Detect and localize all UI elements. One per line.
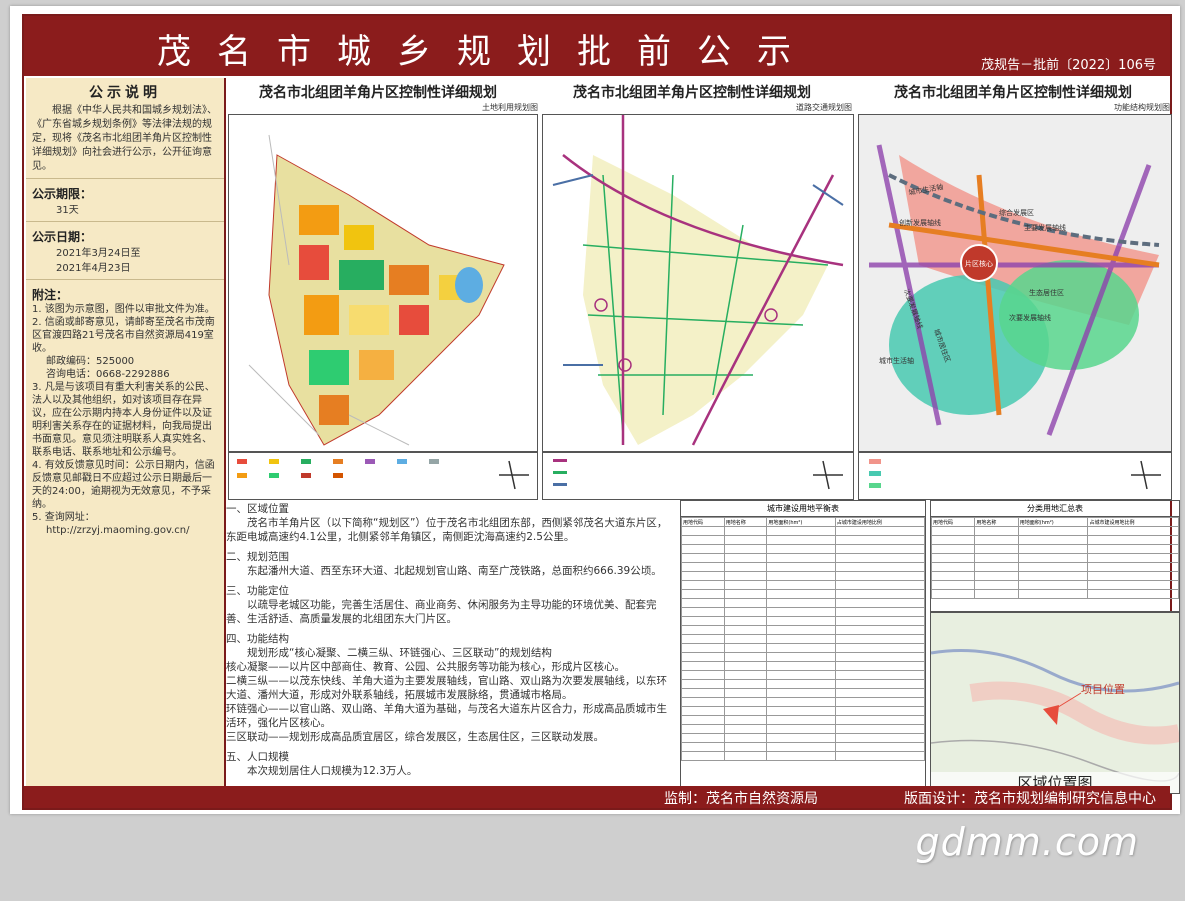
table1-title: 城市建设用地平衡表 (681, 501, 925, 517)
section-title: 五、人口规模 (226, 751, 289, 763)
structure-item: 核心凝聚——以片区中部商住、教育、公园、公共服务等功能为核心，形成片区核心。 (226, 661, 625, 673)
map3-label: 城市生活轴 (879, 356, 914, 365)
section-title: 一、区域位置 (226, 503, 289, 515)
map3-core-label: 片区核心 (965, 259, 993, 268)
date-start: 2021年3月24日至 (56, 248, 141, 259)
plan-description: 一、区域位置 茂名市羊角片区（以下简称“规划区”）位于茂名市北组团东部，西侧紧邻… (226, 502, 674, 788)
header-banner: 茂名市城乡规划批前公示 茂规告－批前〔2022〕106号 (24, 16, 1170, 76)
map3-label: 次要发展轴线 (1009, 313, 1051, 322)
map3-label: 综合发展区 (999, 208, 1034, 217)
road-legend (542, 452, 854, 500)
table1-header: 用地代码 (681, 517, 725, 527)
note-item: 5. 查询网址： (32, 512, 95, 523)
notice-sidebar: 公示说明 根据《中华人民共和国城乡规划法》、《广东省城乡规划条例》等法律法规的规… (26, 78, 226, 786)
designer-credit: 版面设计：茂名市规划编制研究信息中心 (904, 791, 1156, 807)
structure-item: 环链强心——以官山路、双山路、羊角大道为基础，与茂名大道东片区合力，形成高品质城… (226, 703, 667, 729)
period-label: 公示期限： (26, 178, 224, 202)
period-value: 31天 (56, 205, 79, 216)
document-number: 茂规告－批前〔2022〕106号 (981, 58, 1156, 73)
project-location-label: 项目位置 (1081, 682, 1125, 696)
map1-title: 茂名市北组团羊角片区控制性详细规划 (259, 85, 497, 101)
website-link[interactable]: http://zrzyj.maoming.gov.cn/ (26, 524, 224, 537)
note-item: 4. 有效反馈意见时间：公示日期内，信函反馈意见邮戳日不应超过公示日期最后一天的… (32, 460, 215, 510)
land-summary-table: 分类用地汇总表 用地代码 用地名称 用地面积(hm²) 占城市建设用地比例 (930, 500, 1180, 612)
map3-label: 主要发展轴线 (1024, 223, 1066, 232)
table2-header: 用地面积(hm²) (1017, 517, 1089, 527)
table1-header: 用地名称 (723, 517, 768, 527)
section-title: 二、规划范围 (226, 551, 289, 563)
map3-title: 茂名市北组团羊角片区控制性详细规划 (894, 85, 1132, 101)
map3-label: 创新发展轴线 (899, 218, 941, 227)
section-title: 三、功能定位 (226, 585, 289, 597)
notice-frame: 茂名市城乡规划批前公示 茂规告－批前〔2022〕106号 公示说明 根据《中华人… (22, 14, 1180, 810)
section-body: 茂名市羊角片区（以下简称“规划区”）位于茂名市北组团东部，西侧紧邻茂名大道东片区… (226, 517, 668, 543)
note-item: 3. 凡是与该项目有重大利害关系的公民、法人以及其他组织，如对该项目存在异议，应… (32, 382, 215, 458)
section-body: 本次规划居住人口规模为12.3万人。 (247, 765, 418, 777)
map3-label: 生态居住区 (1029, 288, 1064, 297)
function-structure-map: 城市生活轴 创新发展轴线 综合发展区 主要发展轴线 片区核心 生态居住区 次要发… (858, 114, 1172, 452)
land-use-map (228, 114, 538, 452)
land-balance-table: 城市建设用地平衡表 用地代码 用地名称 用地面积(hm²) 占城市建设用地比例 (680, 500, 926, 792)
section-body: 规划形成“核心凝聚、二横三纵、环链强心、三区联动”的规划结构 (247, 647, 552, 659)
structure-legend (858, 452, 1172, 500)
note-item: 2. 信函或邮寄意见，请邮寄至茂名市茂南区官渡四路21号茂名市自然资源局419室… (32, 317, 215, 354)
note-item: 1. 该图为示意图，图件以审批文件为准。 (32, 304, 215, 315)
table1-header: 占城市建设用地比例 (834, 517, 925, 527)
dates-label: 公示日期： (26, 221, 224, 245)
phone-number: 咨询电话：0668-2292886 (46, 369, 170, 380)
page-title: 茂名市城乡规划批前公示 (157, 32, 817, 72)
supervisor-credit: 监制：茂名市自然资源局 (664, 791, 818, 807)
structure-item: 三区联动——规划形成高品质宜居区，综合发展区，生态居住区，三区联动发展。 (226, 731, 604, 743)
date-end: 2021年4月23日 (56, 263, 131, 274)
section-body: 以疏导老城区功能，完善生活居住、商业商务、休闲服务为主导功能的环境优美、配套完善… (226, 599, 657, 625)
footer-banner: 监制：茂名市自然资源局 版面设计：茂名市规划编制研究信息中心 (24, 786, 1170, 808)
table2-title: 分类用地汇总表 (931, 501, 1179, 517)
notice-sheet: 茂名市城乡规划批前公示 茂规告－批前〔2022〕106号 公示说明 根据《中华人… (10, 6, 1180, 814)
table2-header: 用地代码 (931, 517, 976, 527)
postal-code: 邮政编码：525000 (46, 356, 135, 367)
map2-title: 茂名市北组团羊角片区控制性详细规划 (573, 85, 811, 101)
land-use-legend (228, 452, 538, 500)
section-body: 东起潘州大道、西至东环大道、北起规划官山路、南至广茂铁路，总面积约666.39公… (247, 565, 662, 577)
notes-label: 附注： (26, 279, 224, 303)
map1-subtitle: 土地利用规划图 (482, 103, 538, 112)
section-title: 四、功能结构 (226, 633, 289, 645)
sidebar-heading: 公示说明 (89, 85, 161, 101)
intro-text: 根据《中华人民共和国城乡规划法》、《广东省城乡规划条例》等法律法规的规定，现将《… (32, 105, 217, 172)
road-traffic-map (542, 114, 854, 452)
table2-header: 用地名称 (974, 517, 1019, 527)
map2-subtitle: 道路交通规划图 (796, 103, 852, 112)
structure-item: 二横三纵——以茂东快线、羊角大道为主要发展轴线，官山路、双山路为次要发展轴线，以… (226, 675, 667, 701)
table1-header: 用地面积(hm²) (766, 517, 836, 527)
map3-subtitle: 功能结构规划图 (1114, 103, 1170, 112)
table2-header: 占城市建设用地比例 (1087, 517, 1179, 527)
location-map: 项目位置 区域位置图 (930, 612, 1180, 794)
site-watermark-logo: gdmm.com (915, 820, 1139, 864)
